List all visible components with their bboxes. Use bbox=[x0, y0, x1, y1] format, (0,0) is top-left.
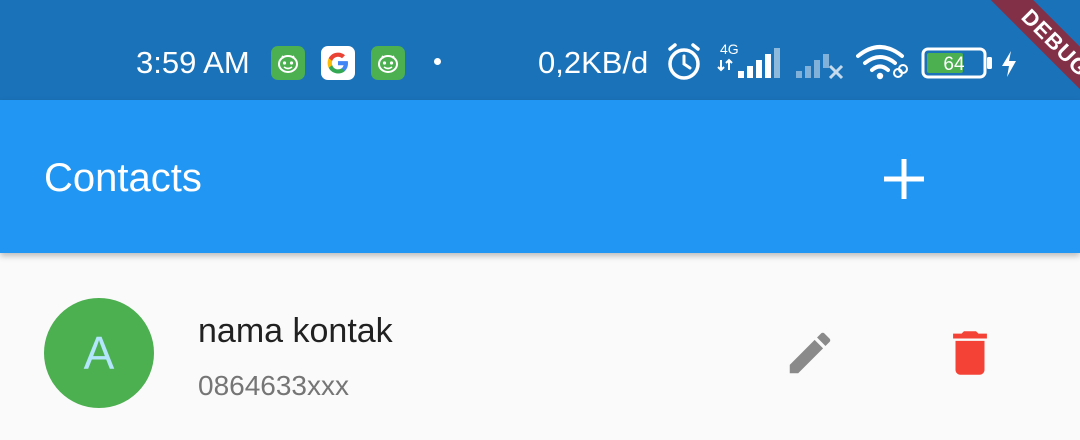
app-bar: Contacts bbox=[0, 100, 1080, 253]
battery-icon: 64 bbox=[921, 46, 995, 85]
status-time: 3:59 AM bbox=[136, 45, 250, 80]
edit-icon bbox=[789, 332, 831, 374]
add-icon bbox=[884, 159, 924, 199]
contact-phone: 0864633xxx bbox=[198, 370, 350, 401]
google-icon bbox=[321, 46, 355, 80]
robot-app-icon bbox=[371, 46, 405, 80]
status-bar: 3:59 AM 0,2KB/d 4G 64 bbox=[0, 0, 1080, 100]
network-type-label: 4G bbox=[720, 41, 739, 57]
signal-no-sim-icon bbox=[794, 44, 846, 85]
robot-app-icon bbox=[271, 46, 305, 80]
wifi-icon bbox=[856, 44, 910, 87]
avatar: A bbox=[44, 298, 154, 408]
avatar-letter: A bbox=[83, 327, 115, 379]
contact-list-item[interactable]: A nama kontak 0864633xxx bbox=[0, 253, 1080, 440]
delete-contact-button[interactable] bbox=[940, 323, 1000, 383]
trash-icon bbox=[953, 331, 987, 375]
alarm-icon bbox=[664, 42, 704, 87]
signal-4g-icon: 4G bbox=[716, 38, 786, 87]
edit-contact-button[interactable] bbox=[780, 323, 840, 383]
network-speed: 0,2KB/d bbox=[538, 45, 649, 80]
battery-level: 64 bbox=[943, 54, 965, 75]
page-title: Contacts bbox=[44, 156, 202, 200]
contact-name: nama kontak bbox=[198, 312, 393, 350]
charging-icon bbox=[1000, 50, 1018, 83]
add-contact-button[interactable] bbox=[872, 150, 936, 208]
dot-icon bbox=[434, 58, 441, 65]
